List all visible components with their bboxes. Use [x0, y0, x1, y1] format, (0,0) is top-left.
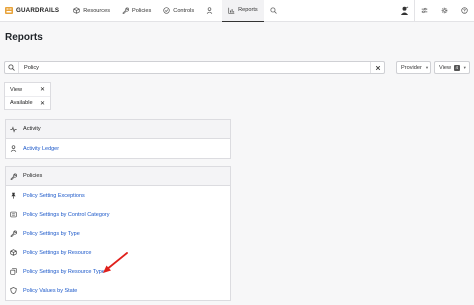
nav-tab-controls[interactable]: Controls [157, 0, 200, 22]
user-icon [400, 6, 408, 15]
nav-tab-reports[interactable]: Reports [222, 0, 264, 22]
filter-chip-view: View ✕ [5, 83, 50, 96]
search-icon [270, 7, 277, 14]
preferences-button[interactable] [414, 0, 434, 22]
user-menu-button[interactable] [394, 0, 414, 22]
nav-tab-resources[interactable]: Resources [67, 0, 116, 22]
wrench-icon [10, 173, 17, 180]
report-search-box [4, 61, 385, 74]
view-dropdown[interactable]: View 4 ▾ [434, 61, 470, 74]
wrench-icon [122, 7, 129, 14]
search-icon [5, 62, 19, 73]
clear-search-button[interactable] [370, 62, 384, 73]
person-icon [10, 145, 17, 152]
shield-icon [10, 287, 17, 294]
report-link[interactable]: Policy Values by State [23, 288, 77, 294]
help-icon [460, 7, 468, 14]
bear-icon [206, 7, 213, 14]
top-navbar: GUARDRAILS Resources Policies Controls R… [0, 0, 474, 22]
report-link[interactable]: Policy Settings by Type [23, 231, 80, 237]
close-icon [375, 65, 380, 70]
activity-icon [10, 125, 17, 133]
report-item[interactable]: Policy Setting Exceptions [6, 186, 230, 205]
report-link[interactable]: Policy Settings by Control Category [23, 212, 110, 218]
report-group-activity: Activity Activity Ledger [5, 119, 231, 159]
settings-button[interactable] [434, 0, 454, 22]
group-header: Activity [6, 120, 230, 139]
cube-icon [73, 7, 80, 14]
remove-filter-button[interactable]: ✕ [40, 86, 45, 93]
check-circle-icon [163, 7, 170, 14]
wrench-icon [10, 230, 17, 237]
report-group-policies: Policies Policy Setting Exceptions Polic… [5, 166, 231, 301]
chevron-down-icon: ▾ [463, 64, 466, 70]
provider-dropdown[interactable]: Provider ▾ [396, 61, 431, 74]
pin-icon [10, 192, 17, 199]
filter-chip-label: Available [10, 100, 33, 106]
report-link[interactable]: Activity Ledger [23, 146, 59, 152]
group-title: Policies [23, 173, 43, 179]
report-item[interactable]: Policy Settings by Resource [6, 243, 230, 262]
nav-right-tools [394, 0, 474, 22]
brand-name: GUARDRAILS [16, 7, 60, 14]
nav-tab-user[interactable] [200, 0, 222, 22]
report-link[interactable]: Policy Setting Exceptions [23, 193, 85, 199]
view-count-badge: 4 [454, 64, 460, 71]
stack-icon [10, 268, 17, 275]
group-header: Policies [6, 167, 230, 186]
nav-tab-policies[interactable]: Policies [116, 0, 157, 22]
filter-chip-label: View [10, 86, 23, 93]
report-link[interactable]: Policy Settings by Resource [23, 250, 91, 256]
remove-filter-button[interactable]: ✕ [40, 100, 45, 107]
active-filters: View ✕ Available ✕ [4, 82, 51, 110]
nav-tab-label: Reports [238, 7, 258, 13]
brand-logo-link[interactable]: GUARDRAILS [0, 0, 59, 22]
nav-tab-label: Controls [173, 7, 195, 14]
settings-sliders-icon [421, 7, 428, 14]
help-button[interactable] [454, 0, 474, 22]
search-input[interactable] [19, 62, 370, 73]
nav-search-button[interactable] [264, 0, 286, 22]
chart-icon [228, 7, 235, 14]
gear-icon [441, 7, 447, 14]
provider-label: Provider [401, 64, 422, 71]
report-item[interactable]: Policy Settings by Type [6, 224, 230, 243]
chevron-down-icon: ▾ [425, 64, 429, 70]
guardrails-logo-icon [5, 7, 13, 14]
nav-tab-label: Resources [83, 7, 110, 14]
report-item[interactable]: Policy Settings by Control Category [6, 205, 230, 224]
cube-icon [10, 249, 17, 256]
report-item[interactable]: Policy Values by State [6, 281, 230, 300]
group-title: Activity [23, 126, 41, 132]
filter-chip-available: Available ✕ [5, 96, 50, 109]
list-box-icon [10, 211, 17, 218]
page-title: Reports [5, 32, 43, 43]
report-item[interactable]: Policy Settings by Resource Type [6, 262, 230, 281]
nav-tab-label: Policies [132, 7, 152, 14]
report-item[interactable]: Activity Ledger [6, 139, 230, 158]
view-label: View [439, 64, 452, 71]
report-link[interactable]: Policy Settings by Resource Type [23, 269, 105, 275]
